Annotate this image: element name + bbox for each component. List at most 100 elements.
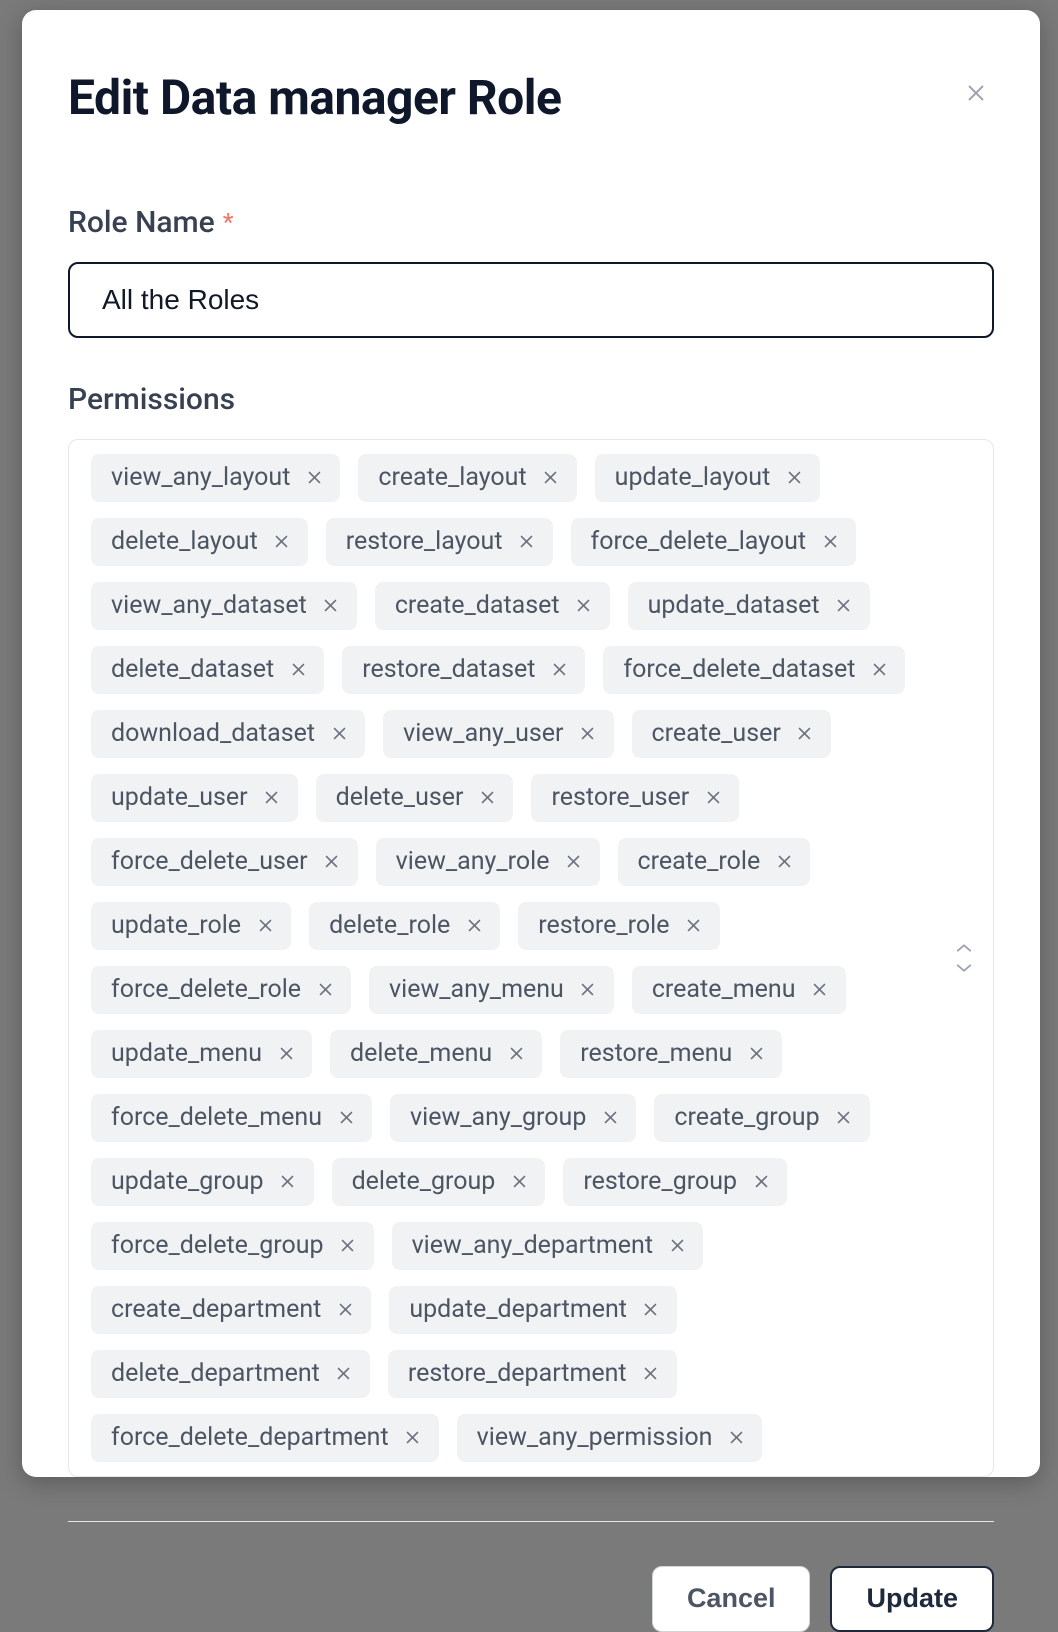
remove-permission-icon[interactable] <box>329 724 349 744</box>
remove-permission-icon[interactable] <box>506 1044 526 1064</box>
permission-chip: create_department <box>91 1286 371 1334</box>
permission-chip-label: view_any_menu <box>389 975 564 1004</box>
permission-chip-label: create_dataset <box>395 591 560 620</box>
remove-permission-icon[interactable] <box>834 596 854 616</box>
role-name-field: Role Name * <box>68 205 994 338</box>
permission-chip-label: delete_group <box>352 1167 496 1196</box>
permission-chip: delete_user <box>316 774 514 822</box>
remove-permission-icon[interactable] <box>703 788 723 808</box>
modal-close-button[interactable] <box>958 76 994 112</box>
permission-chip-label: force_delete_user <box>111 847 308 876</box>
permission-chip-label: restore_department <box>408 1359 627 1388</box>
permission-chip-label: update_department <box>409 1295 627 1324</box>
permission-chip: delete_dataset <box>91 646 324 694</box>
remove-permission-icon[interactable] <box>834 1108 854 1128</box>
permission-chip: view_any_department <box>392 1222 703 1270</box>
permission-chip: view_any_menu <box>369 966 614 1014</box>
role-name-label-text: Role Name <box>68 205 215 240</box>
permission-chip: create_menu <box>632 966 846 1014</box>
permission-chip: force_delete_group <box>91 1222 374 1270</box>
permission-chip-label: delete_role <box>329 911 450 940</box>
permission-chip-label: create_group <box>674 1103 819 1132</box>
remove-permission-icon[interactable] <box>564 852 584 872</box>
permission-chip: delete_department <box>91 1350 370 1398</box>
permission-chip: create_role <box>618 838 811 886</box>
permission-chip-label: restore_user <box>551 783 689 812</box>
permission-chip: restore_department <box>388 1350 677 1398</box>
footer-divider <box>68 1521 994 1522</box>
remove-permission-icon[interactable] <box>541 468 561 488</box>
modal-header: Edit Data manager Role <box>68 72 994 125</box>
remove-permission-icon[interactable] <box>338 1236 358 1256</box>
permission-chip-label: delete_dataset <box>111 655 274 684</box>
permission-chip-label: restore_dataset <box>362 655 535 684</box>
remove-permission-icon[interactable] <box>336 1108 356 1128</box>
permission-chip-label: restore_group <box>583 1167 737 1196</box>
permission-chip-label: view_any_layout <box>111 463 290 492</box>
permission-chip: delete_menu <box>330 1030 542 1078</box>
update-button[interactable]: Update <box>830 1566 994 1632</box>
permission-chip: update_dataset <box>628 582 870 630</box>
multiselect-toggle[interactable] <box>952 942 976 974</box>
remove-permission-icon[interactable] <box>726 1428 746 1448</box>
permission-chip: restore_group <box>563 1158 787 1206</box>
cancel-button[interactable]: Cancel <box>652 1566 811 1632</box>
modal-footer: Cancel Update <box>68 1566 994 1632</box>
remove-permission-icon[interactable] <box>517 532 537 552</box>
remove-permission-icon[interactable] <box>784 468 804 488</box>
permission-chip-label: delete_layout <box>111 527 258 556</box>
permission-chip: force_delete_layout <box>571 518 857 566</box>
permission-chip: view_any_user <box>383 710 613 758</box>
permission-chip-label: view_any_user <box>403 719 563 748</box>
permission-chip-label: update_layout <box>615 463 771 492</box>
remove-permission-icon[interactable] <box>641 1300 661 1320</box>
remove-permission-icon[interactable] <box>255 916 275 936</box>
remove-permission-icon[interactable] <box>477 788 497 808</box>
remove-permission-icon[interactable] <box>464 916 484 936</box>
permission-chip: delete_role <box>309 902 500 950</box>
remove-permission-icon[interactable] <box>641 1364 661 1384</box>
remove-permission-icon[interactable] <box>820 532 840 552</box>
permission-chip: update_role <box>91 902 291 950</box>
remove-permission-icon[interactable] <box>304 468 324 488</box>
remove-permission-icon[interactable] <box>578 980 598 1000</box>
permission-chip-label: restore_layout <box>346 527 503 556</box>
remove-permission-icon[interactable] <box>600 1108 620 1128</box>
remove-permission-icon[interactable] <box>810 980 830 1000</box>
remove-permission-icon[interactable] <box>509 1172 529 1192</box>
remove-permission-icon[interactable] <box>335 1300 355 1320</box>
permission-chip: create_dataset <box>375 582 610 630</box>
remove-permission-icon[interactable] <box>574 596 594 616</box>
permission-chip: update_user <box>91 774 298 822</box>
permission-chip: view_any_permission <box>457 1414 763 1462</box>
remove-permission-icon[interactable] <box>667 1236 687 1256</box>
remove-permission-icon[interactable] <box>795 724 815 744</box>
remove-permission-icon[interactable] <box>315 980 335 1000</box>
remove-permission-icon[interactable] <box>774 852 794 872</box>
permission-chip: download_dataset <box>91 710 365 758</box>
remove-permission-icon[interactable] <box>321 596 341 616</box>
remove-permission-icon[interactable] <box>684 916 704 936</box>
permission-chip: update_menu <box>91 1030 312 1078</box>
remove-permission-icon[interactable] <box>272 532 292 552</box>
permission-chip-label: create_user <box>652 719 781 748</box>
permission-chip: restore_layout <box>326 518 553 566</box>
remove-permission-icon[interactable] <box>334 1364 354 1384</box>
remove-permission-icon[interactable] <box>751 1172 771 1192</box>
remove-permission-icon[interactable] <box>288 660 308 680</box>
remove-permission-icon[interactable] <box>322 852 342 872</box>
permission-chip-label: delete_menu <box>350 1039 492 1068</box>
remove-permission-icon[interactable] <box>278 1172 298 1192</box>
permission-chip-label: force_delete_role <box>111 975 301 1004</box>
remove-permission-icon[interactable] <box>549 660 569 680</box>
remove-permission-icon[interactable] <box>746 1044 766 1064</box>
remove-permission-icon[interactable] <box>578 724 598 744</box>
permissions-multiselect[interactable]: view_any_layoutcreate_layoutupdate_layou… <box>68 439 994 1477</box>
permission-chip: restore_menu <box>560 1030 782 1078</box>
remove-permission-icon[interactable] <box>262 788 282 808</box>
role-name-input[interactable] <box>68 262 994 338</box>
remove-permission-icon[interactable] <box>869 660 889 680</box>
permission-chip-label: update_dataset <box>648 591 820 620</box>
remove-permission-icon[interactable] <box>276 1044 296 1064</box>
remove-permission-icon[interactable] <box>403 1428 423 1448</box>
